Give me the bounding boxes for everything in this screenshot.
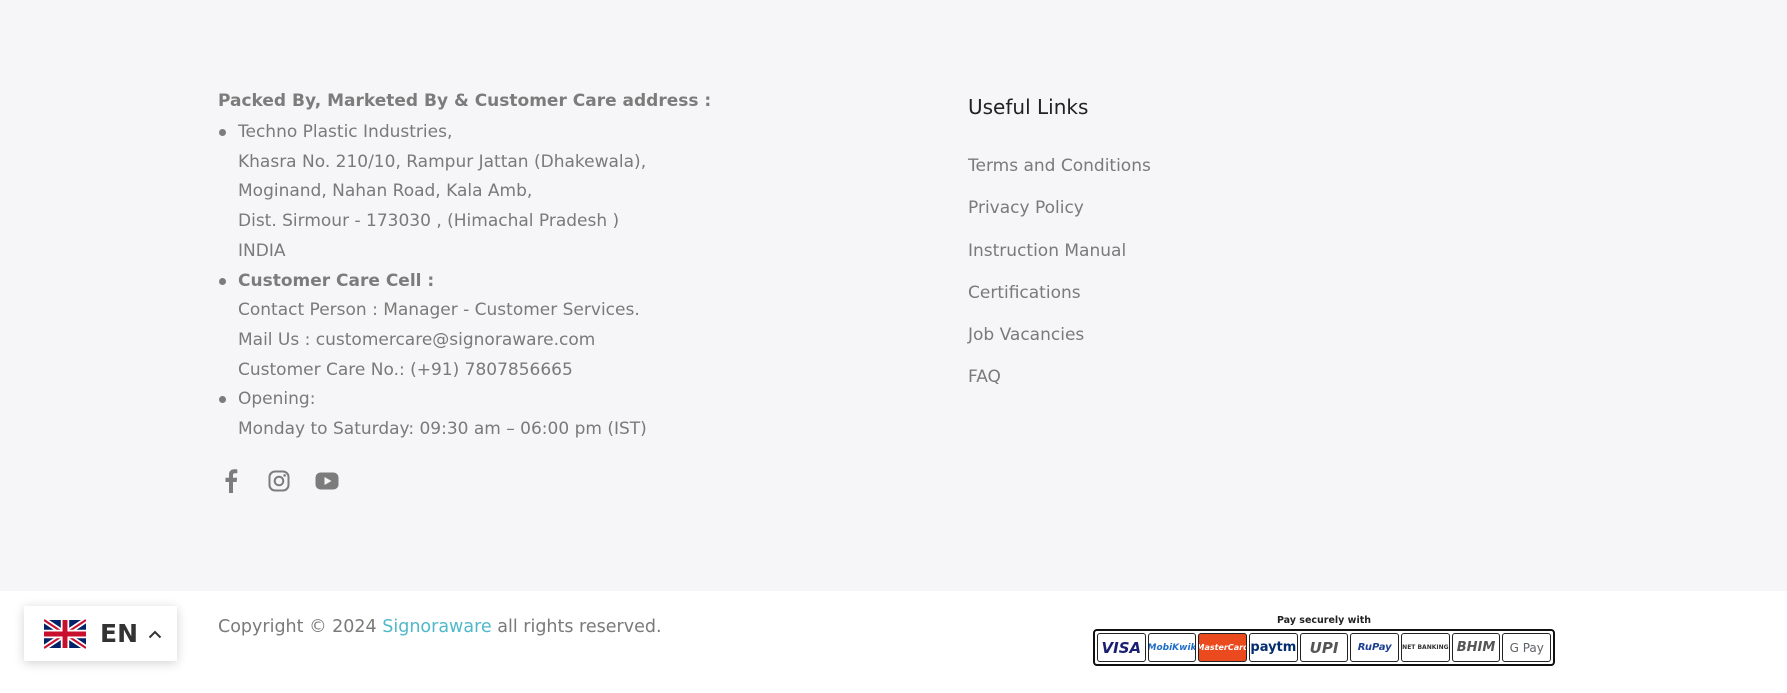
link-item: Job Vacancies xyxy=(968,323,1368,365)
opening-hours-item: Opening: Monday to Saturday: 09:30 am – … xyxy=(218,385,778,444)
upi-badge: UPI xyxy=(1299,633,1349,662)
address-line: Moginand, Nahan Road, Kala Amb, xyxy=(238,181,533,202)
address-line: Khasra No. 210/10, Rampur Jattan (Dhakew… xyxy=(238,151,647,172)
opening-hours: Monday to Saturday: 09:30 am – 06:00 pm … xyxy=(238,419,647,440)
visa-badge: VISA xyxy=(1097,633,1146,662)
customer-care-title: Customer Care Cell : xyxy=(238,270,435,291)
uk-flag-icon xyxy=(44,617,86,650)
useful-links-list: Terms and Conditions Privacy Policy Inst… xyxy=(968,154,1368,408)
chevron-up-icon xyxy=(148,630,162,638)
footer-bottom: EN Copyright © 2024 Signoraware all righ… xyxy=(0,591,1787,693)
gpay-badge: G Pay xyxy=(1502,633,1552,662)
language-switcher[interactable]: EN xyxy=(24,606,177,661)
useful-links-column: Useful Links Terms and Conditions Privac… xyxy=(968,92,1368,408)
social-links xyxy=(218,468,340,494)
address-line: Techno Plastic Industries, xyxy=(238,122,453,142)
useful-links-title: Useful Links xyxy=(968,95,1089,119)
jobs-link[interactable]: Job Vacancies xyxy=(968,325,1084,345)
copyright: Copyright © 2024 Signoraware all rights … xyxy=(218,617,662,637)
contact-email[interactable]: Mail Us : customercare@signoraware.com xyxy=(238,326,778,356)
link-item: Certifications xyxy=(968,281,1368,323)
customer-care-item: Customer Care Cell : Contact Person : Ma… xyxy=(218,267,778,386)
copyright-prefix: Copyright © 2024 xyxy=(218,617,377,637)
address-heading: Packed By, Marketed By & Customer Care a… xyxy=(218,91,712,111)
paytm-badge: paytm xyxy=(1249,633,1298,662)
contact-phone[interactable]: Customer Care No.: (+91) 7807856665 xyxy=(238,356,778,386)
instagram-icon[interactable] xyxy=(266,468,292,494)
facebook-icon[interactable] xyxy=(218,468,244,494)
rupay-badge: RuPay xyxy=(1350,633,1400,662)
contact-person: Contact Person : Manager - Customer Serv… xyxy=(238,300,640,321)
mobikwik-badge: MobiKwik xyxy=(1147,633,1197,662)
address-line: INDIA xyxy=(238,240,286,261)
brand-link[interactable]: Signoraware xyxy=(382,617,491,637)
address-list: Techno Plastic Industries, Khasra No. 21… xyxy=(218,118,778,445)
faq-link[interactable]: FAQ xyxy=(968,367,1001,387)
address-column: Packed By, Marketed By & Customer Care a… xyxy=(218,88,778,445)
link-item: Instruction Manual xyxy=(968,239,1368,281)
opening-label: Opening: xyxy=(238,389,316,410)
terms-link[interactable]: Terms and Conditions xyxy=(968,156,1151,176)
link-item: FAQ xyxy=(968,365,1368,407)
footer-top: Packed By, Marketed By & Customer Care a… xyxy=(0,0,1787,591)
copyright-suffix: all rights reserved. xyxy=(497,617,662,637)
privacy-link[interactable]: Privacy Policy xyxy=(968,198,1084,218)
bhim-badge: BHIM xyxy=(1451,633,1501,662)
net-banking-badge: NET BANKING xyxy=(1401,633,1450,662)
link-item: Terms and Conditions xyxy=(968,154,1368,196)
youtube-icon[interactable] xyxy=(314,468,340,494)
payment-strip: VISA MobiKwik MasterCard paytm UPI RuPay… xyxy=(1093,629,1555,666)
payment-title: Pay securely with xyxy=(1276,615,1372,626)
address-list-item: Techno Plastic Industries, Khasra No. 21… xyxy=(218,118,778,267)
payment-methods: Pay securely with VISA MobiKwik MasterCa… xyxy=(1093,615,1555,666)
link-item: Privacy Policy xyxy=(968,196,1368,238)
address-line: Dist. Sirmour - 173030 , (Himachal Prade… xyxy=(238,211,620,232)
certifications-link[interactable]: Certifications xyxy=(968,283,1081,303)
mastercard-badge: MasterCard xyxy=(1198,633,1248,662)
language-label: EN xyxy=(100,619,139,648)
manual-link[interactable]: Instruction Manual xyxy=(968,241,1126,261)
